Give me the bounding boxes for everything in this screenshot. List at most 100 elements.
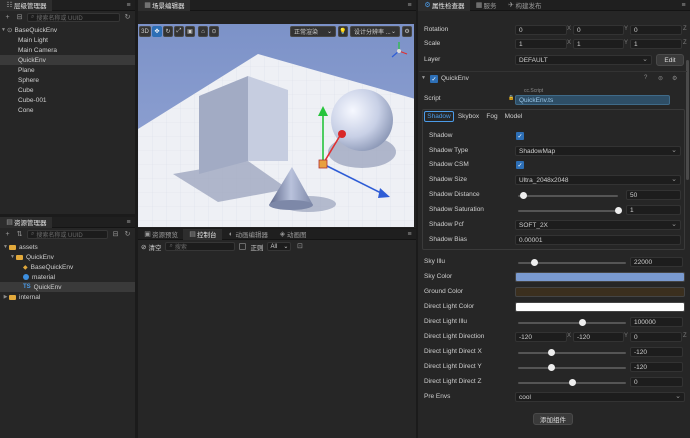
rotation-field-x[interactable]: 0	[515, 25, 567, 35]
script-field[interactable]: QuickEnv.ts	[515, 95, 670, 105]
hierarchy-search-input[interactable]: ⌕ 搜索名称或 UUID	[27, 13, 120, 22]
chevron-down-icon[interactable]: ▼	[9, 254, 16, 260]
shadow-distance-field[interactable]: 50	[626, 190, 681, 200]
shadow-saturation-field[interactable]: 1	[626, 205, 681, 215]
assets-search-input[interactable]: ⌕ 搜索名称或 UUID	[27, 230, 108, 239]
subtab-skybox[interactable]: Skybox	[455, 111, 482, 122]
render-mode-select[interactable]: 正常渲染 ⌄	[290, 26, 336, 37]
component-help-icon[interactable]: ?	[644, 75, 647, 81]
direct-light-x-slider-knob[interactable]	[547, 349, 555, 356]
shadow-distance-slider-knob[interactable]	[519, 192, 527, 199]
menu-icon[interactable]: ≡	[679, 1, 688, 10]
collapse-icon[interactable]: ⊟	[111, 230, 120, 239]
tab-scene[interactable]: ▦ 场景编辑器	[138, 0, 190, 11]
regex-checkbox[interactable]	[239, 243, 247, 250]
hierarchy-item[interactable]: Plane	[0, 65, 135, 75]
tab-console-2[interactable]: ◐ 动画编辑器	[222, 229, 274, 240]
direct-light-z-slider-knob[interactable]	[568, 379, 576, 386]
inspector-scrollbar[interactable]	[686, 60, 689, 180]
shadow-type-select[interactable]: ShadowMap	[515, 146, 681, 156]
add-icon[interactable]: +	[3, 230, 12, 239]
hierarchy-item[interactable]: Cone	[0, 105, 135, 115]
tab-console-1[interactable]: ▤ 控制台	[183, 228, 222, 240]
layer-edit-button[interactable]: Edit	[656, 54, 684, 66]
direct-light-direction-field-z[interactable]: 0	[630, 332, 682, 342]
asset-item[interactable]: ▼ QuickEnv	[0, 252, 135, 262]
hierarchy-item[interactable]: Main Camera	[0, 45, 135, 55]
ground-color-swatch[interactable]	[515, 287, 685, 297]
direct-light-direction-field-x[interactable]: -120	[515, 332, 567, 342]
asset-item[interactable]: ▼ assets	[0, 242, 135, 252]
direct-light-y-slider-knob[interactable]	[547, 364, 555, 371]
component-preset-icon[interactable]: ⊜	[658, 75, 663, 82]
collapse-icon[interactable]: ⊟	[15, 13, 24, 22]
tab-inspector-0[interactable]: ⚙ 属性检查器	[418, 0, 470, 11]
layer-select[interactable]: DEFAULT	[515, 55, 652, 65]
sky-color-swatch[interactable]	[515, 272, 685, 282]
shadow-checkbox[interactable]: ✓	[516, 132, 524, 140]
refresh-icon[interactable]: ↻	[123, 13, 132, 22]
mode-3d-button[interactable]: 3D	[139, 26, 151, 37]
hierarchy-item[interactable]: Cube	[0, 85, 135, 95]
direct-light-y-field[interactable]: -120	[630, 362, 683, 372]
shadow-saturation-slider[interactable]	[518, 207, 622, 214]
asset-item[interactable]: material	[0, 272, 135, 282]
pivot-button[interactable]: ⊙	[209, 26, 219, 37]
scale-tool-button[interactable]: ⤢	[174, 26, 184, 37]
direct-light-direction-field-y[interactable]: -120	[573, 332, 624, 342]
component-settings-icon[interactable]: ⚙	[672, 75, 677, 82]
hierarchy-item[interactable]: Cube-001	[0, 95, 135, 105]
shadow-distance-slider[interactable]	[518, 192, 618, 199]
asset-item[interactable]: ▶ internal	[0, 292, 135, 302]
direct-light-color-swatch[interactable]	[515, 302, 685, 312]
rotate-tool-button[interactable]: ↻	[163, 26, 173, 37]
light-button[interactable]: 💡	[338, 26, 348, 37]
asset-item[interactable]: TS QuickEnv	[0, 282, 135, 292]
menu-icon[interactable]: ≡	[405, 230, 414, 239]
tab-hierarchy[interactable]: ☷ 层级管理器	[0, 0, 52, 11]
resolution-select[interactable]: 设计分辨率 ... ⌄	[350, 26, 400, 37]
pre-envs-select[interactable]: cool	[515, 392, 685, 402]
chevron-down-icon[interactable]: ▼	[421, 75, 426, 81]
hierarchy-item[interactable]: Sphere	[0, 75, 135, 85]
scene-viewport[interactable]: 3D ✥ ↻ ⤢ ▣ ⌂ ⊙ 正常渲染 ⌄ 💡 设计分辨率 ... ⌄ ⚙	[138, 24, 414, 227]
subtab-shadow[interactable]: Shadow	[424, 111, 454, 122]
direct-light-x-slider[interactable]	[518, 349, 626, 356]
scale-field-x[interactable]: 1	[515, 39, 567, 49]
scale-field-y[interactable]: 1	[573, 39, 624, 49]
move-tool-button[interactable]: ✥	[152, 26, 162, 37]
level-select[interactable]: All ⌄	[267, 242, 292, 251]
subtab-model[interactable]: Model	[502, 111, 525, 122]
direct-light-z-field[interactable]: 0	[630, 377, 683, 387]
component-enabled-checkbox[interactable]: ✓	[430, 75, 438, 83]
hierarchy-root[interactable]: ▼ ⊙ BaseQuickEnv	[0, 25, 135, 35]
direct-light-illu-slider[interactable]	[518, 319, 626, 326]
sky-illu-field[interactable]: 22000	[630, 257, 683, 267]
shadow-pcf-select[interactable]: SOFT_2X	[515, 220, 681, 230]
sky-illu-slider-knob[interactable]	[530, 259, 538, 266]
axis-gizmo[interactable]	[388, 40, 410, 62]
asset-item[interactable]: ◆ BaseQuickEnv	[0, 262, 135, 272]
hierarchy-item[interactable]: QuickEnv	[0, 55, 135, 65]
tab-inspector-2[interactable]: ✈ 构建发布	[502, 0, 547, 11]
chevron-down-icon[interactable]: ▼	[0, 27, 7, 33]
sky-illu-slider[interactable]	[518, 259, 626, 266]
tab-console-3[interactable]: ◈ 动画图	[273, 229, 312, 240]
shadow-saturation-slider-knob[interactable]	[614, 207, 622, 214]
shadow-size-select[interactable]: Ultra_2048x2048	[515, 175, 681, 185]
clear-button[interactable]: ⊘ 清空	[141, 242, 161, 252]
direct-light-illu-field[interactable]: 100000	[630, 317, 683, 327]
rotation-field-z[interactable]: 0	[630, 25, 682, 35]
gizmo-settings-button[interactable]: ⚙	[402, 26, 412, 37]
direct-light-y-slider[interactable]	[518, 364, 626, 371]
menu-icon[interactable]: ≡	[124, 1, 133, 10]
shadow-bias-field[interactable]: 0.00001	[515, 235, 681, 245]
scale-field-z[interactable]: 1	[630, 39, 682, 49]
tab-console-0[interactable]: ▣ 资源预览	[138, 229, 183, 240]
shadow-csm-checkbox[interactable]: ✓	[516, 161, 524, 169]
tab-inspector-1[interactable]: ▦ 服务	[470, 0, 502, 11]
rect-tool-button[interactable]: ▣	[185, 26, 195, 37]
local-space-button[interactable]: ⌂	[198, 26, 208, 37]
subtab-fog[interactable]: Fog	[483, 111, 501, 122]
menu-icon[interactable]: ≡	[124, 218, 133, 227]
